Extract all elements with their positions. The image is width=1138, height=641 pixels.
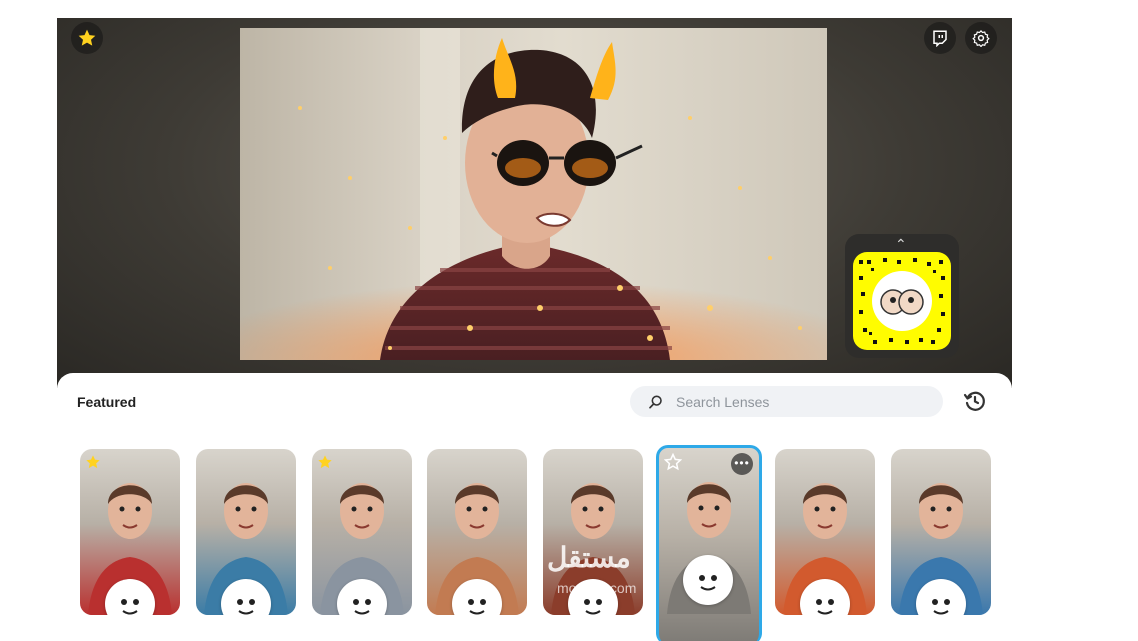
favorites-button[interactable] [71, 22, 103, 54]
lens-card-flower-crown[interactable] [311, 449, 412, 615]
more-options-button[interactable]: ••• [731, 453, 753, 475]
lens-card-panda-mask[interactable] [774, 449, 875, 615]
snapcode-panel[interactable]: ⌃ [845, 234, 959, 358]
lens-card-puppy[interactable] [80, 449, 180, 615]
twitch-icon [933, 30, 947, 47]
star-icon [85, 454, 101, 475]
search-icon [649, 395, 662, 409]
star-icon [317, 454, 333, 475]
snapcode-image [859, 258, 945, 344]
lens-icon [220, 579, 271, 615]
lens-card-smile[interactable] [427, 449, 528, 615]
camera-preview [240, 28, 827, 360]
camera-feed-image [240, 28, 827, 360]
snap-camera-app: ⌃ Featured Search Lenses ••• مستقل mosta… [57, 18, 1012, 641]
lens-icon [915, 579, 966, 615]
lens-icon [452, 579, 503, 615]
camera-stage: ⌃ [57, 18, 1012, 388]
section-title: Featured [77, 394, 137, 410]
lens-icon [105, 579, 155, 615]
settings-button[interactable] [965, 22, 997, 54]
lens-card-mustache[interactable] [890, 449, 991, 615]
search-input[interactable] [676, 393, 926, 410]
star-icon [78, 29, 96, 46]
lens-card-big-mouth[interactable] [195, 449, 296, 615]
watermark-url: mostaql.com [557, 580, 637, 596]
chevron-up-icon[interactable]: ⌃ [895, 236, 907, 253]
gear-icon [972, 29, 990, 47]
search-box[interactable] [630, 386, 943, 417]
watermark: مستقل [547, 542, 631, 573]
lens-card-face-swap[interactable]: ••• [656, 445, 762, 641]
twitch-button[interactable] [924, 22, 956, 54]
favorite-toggle-icon[interactable] [663, 452, 683, 476]
snapcode [853, 252, 951, 350]
lens-panel: Featured ••• مستقل mostaql.com [57, 373, 1012, 641]
lens-icon [336, 579, 387, 615]
lens-icon [683, 555, 733, 605]
lens-icon [799, 579, 850, 615]
lens-carousel: ••• [80, 445, 1000, 641]
history-button[interactable] [961, 387, 989, 415]
history-icon [963, 391, 985, 411]
